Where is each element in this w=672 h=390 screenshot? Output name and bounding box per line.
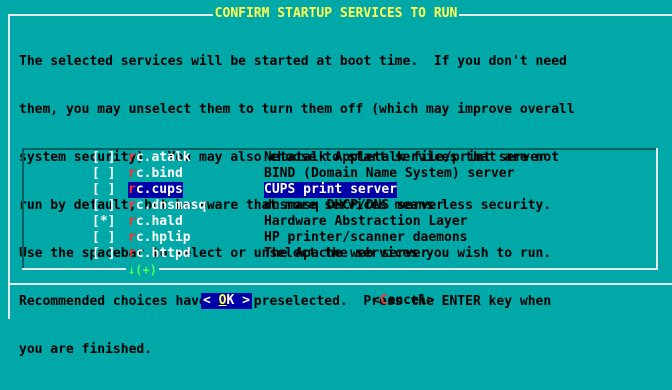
service-name-rest: c.httpd <box>135 246 191 261</box>
description-line: Recommended choices have been preselecte… <box>19 294 552 309</box>
ok-bracket-left: < <box>203 293 211 308</box>
service-name-hotkey: r <box>128 198 136 213</box>
ok-button[interactable]: < OK > <box>201 293 252 309</box>
description-line: them, you may unselect them to turn them… <box>19 102 575 117</box>
service-name-rest: c.atalk <box>135 150 191 165</box>
service-description: HP printer/scanner daemons <box>264 230 468 245</box>
service-checkbox[interactable]: [*] <box>92 214 115 230</box>
service-row[interactable]: [ ] rc.dnsmasq dnsmasq DHCP/DNS server <box>22 198 658 214</box>
cancel-hotkey: C <box>379 293 388 308</box>
service-name-hotkey: r <box>128 214 136 229</box>
service-checkbox[interactable]: [ ] <box>92 150 115 166</box>
service-checkbox[interactable]: [ ] <box>92 198 115 214</box>
services-checklist[interactable]: [ ] rc.atalk Netatalk Appletalk file/print… <box>22 142 658 277</box>
scroll-down-indicator[interactable]: ↓(+) <box>126 263 159 277</box>
cancel-bracket-left: < <box>372 293 380 308</box>
dialog-border-left <box>8 14 10 319</box>
description-line: you are finished. <box>19 342 153 357</box>
description-line: The selected services will be started at… <box>19 54 567 69</box>
service-name: rc.atalk <box>128 150 191 166</box>
service-checkbox[interactable]: [ ] <box>92 246 115 262</box>
service-name-hotkey: r <box>128 182 136 197</box>
service-name-rest: c.dnsmasq <box>135 198 207 213</box>
service-name: rc.hald <box>128 214 183 230</box>
service-checkbox[interactable]: [ ] <box>92 166 115 182</box>
service-description: CUPS print server <box>264 182 398 198</box>
dialog-button-separator <box>8 283 672 285</box>
service-name-hotkey: r <box>128 150 136 165</box>
ok-pad-left <box>211 293 219 308</box>
service-name-rest: c.hplip <box>135 230 191 245</box>
cancel-button[interactable]: <Cancel> <box>372 293 435 309</box>
service-checkbox[interactable]: [ ] <box>92 230 115 246</box>
service-row[interactable]: [ ] rc.cups CUPS print server <box>22 182 658 198</box>
service-row[interactable]: [*] rc.hald Hardware Abstraction Layer <box>22 214 658 230</box>
service-description: dnsmasq DHCP/DNS server <box>264 198 445 213</box>
service-checkbox[interactable]: [ ] <box>92 182 115 198</box>
service-name-rest: c.hald <box>135 214 183 229</box>
service-name: rc.dnsmasq <box>128 198 206 214</box>
ok-bracket-right: > <box>242 293 250 308</box>
dialog-title: CONFIRM STARTUP SERVICES TO RUN <box>0 6 672 22</box>
service-name: rc.cups <box>128 182 183 198</box>
service-name-hotkey: r <box>128 246 136 261</box>
service-description: The Apache web server <box>264 246 429 261</box>
service-row[interactable]: [ ] rc.httpd The Apache web server <box>22 246 658 262</box>
cancel-bracket-right: > <box>426 293 435 308</box>
service-name-rest: c.cups <box>135 182 183 197</box>
service-name: rc.hplip <box>128 230 191 246</box>
service-name: rc.httpd <box>128 246 191 262</box>
service-name-hotkey: r <box>128 166 136 181</box>
service-row[interactable]: [ ] rc.hplip HP printer/scanner daemons <box>22 230 658 246</box>
service-name-rest: c.bind <box>135 166 183 181</box>
cancel-label-rest: ancel <box>387 293 427 308</box>
ok-pad-right <box>234 293 242 308</box>
confirm-services-dialog: CONFIRM STARTUP SERVICES TO RUN The sele… <box>0 0 672 357</box>
checklist-rows: [ ] rc.atalk Netatalk Appletalk file/print… <box>22 150 658 262</box>
service-row[interactable]: [ ] rc.bind BIND (Domain Name System) serv… <box>22 166 658 182</box>
service-description: Netatalk Appletalk file/print server <box>264 150 546 165</box>
service-description: BIND (Domain Name System) server <box>264 166 515 181</box>
service-name-hotkey: r <box>128 230 136 245</box>
service-row[interactable]: [ ] rc.atalk Netatalk Appletalk file/print… <box>22 150 658 166</box>
service-description: Hardware Abstraction Layer <box>264 214 468 229</box>
dialog-title-text: CONFIRM STARTUP SERVICES TO RUN <box>212 6 460 21</box>
checklist-border-bottom <box>22 268 658 270</box>
service-name: rc.bind <box>128 166 183 182</box>
